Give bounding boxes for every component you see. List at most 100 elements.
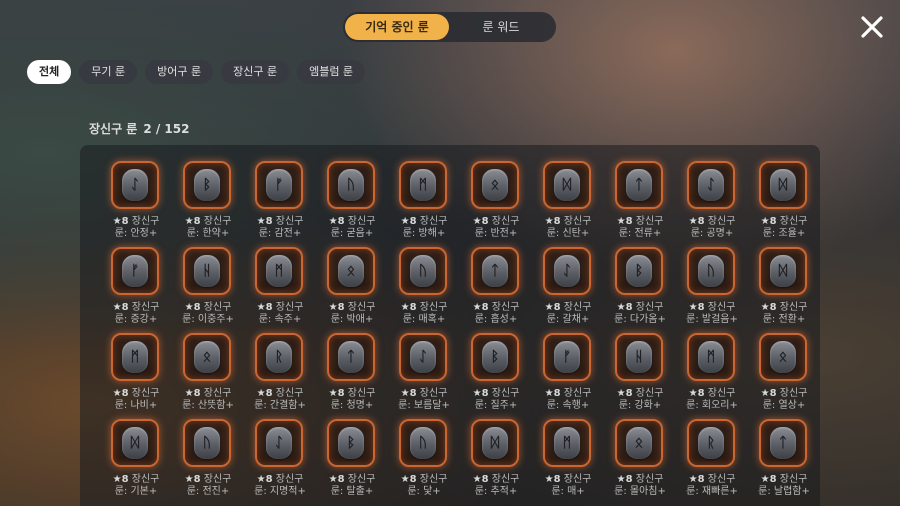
rune-item[interactable]: ᛗ ★8 장신구 룬: 회오리+ (676, 332, 748, 418)
rune-item[interactable]: ᚠ ★8 장신구 룬: 감전+ (244, 160, 316, 246)
rune-name: 룬: 기본+ (114, 486, 158, 497)
rune-frame: ᛞ (759, 247, 807, 295)
rune-stone-icon: ᛞ (770, 255, 796, 287)
rune-name: 룬: 한약+ (186, 228, 230, 239)
tab-remembered-runes[interactable]: 기억 중인 룬 (345, 14, 449, 40)
rune-item[interactable]: ᛗ ★8 장신구 룬: 매+ (532, 418, 604, 504)
rune-item[interactable]: ᛇ ★8 장신구 룬: 안정+ (100, 160, 172, 246)
rune-list-panel[interactable]: ᛇ ★8 장신구 룬: 안정+ ᛒ ★8 장신구 룬: 한약+ ᚠ ★8 장신구 룬: 감전+ ᚢ… (80, 145, 820, 506)
rune-frame: ᛗ (255, 247, 303, 295)
rune-frame: ᛟ (615, 419, 663, 467)
rune-item[interactable]: ᛗ ★8 장신구 룬: 속주+ (244, 246, 316, 332)
rune-name: 룬: 공명+ (690, 228, 734, 239)
filter-emblem-rune[interactable]: 엠블럼 룬 (297, 60, 366, 84)
rune-item[interactable]: ᛞ ★8 장신구 룬: 신탄+ (532, 160, 604, 246)
rune-item[interactable]: ᛒ ★8 장신구 룬: 한약+ (172, 160, 244, 246)
rune-item[interactable]: ᛇ ★8 장신구 룬: 공명+ (676, 160, 748, 246)
rune-stone-icon: ᛒ (338, 427, 364, 459)
rune-name: 룬: 전환+ (762, 314, 806, 325)
rune-frame: ᛟ (759, 333, 807, 381)
rune-name: 룬: 강화+ (618, 400, 662, 411)
rune-item[interactable]: ᚢ ★8 장신구 룬: 전진+ (172, 418, 244, 504)
rune-frame: ᚢ (399, 419, 447, 467)
rune-item[interactable]: ᛟ ★8 장신구 룬: 반전+ (460, 160, 532, 246)
rune-item[interactable]: ᚠ ★8 장신구 룬: 속행+ (532, 332, 604, 418)
tab-rune-words[interactable]: 룬 워드 (449, 14, 553, 40)
filter-armor-rune[interactable]: 방어구 룬 (145, 60, 214, 84)
rune-name: 룬: 전진+ (186, 486, 230, 497)
rune-item[interactable]: ᛗ ★8 장신구 룬: 나비+ (100, 332, 172, 418)
rune-stone-icon: ᛒ (482, 341, 508, 373)
rune-stone-icon: ᚢ (338, 169, 364, 201)
rune-item[interactable]: ᛟ ★8 장신구 룬: 열상+ (748, 332, 820, 418)
rune-name: 룬: 반전+ (474, 228, 518, 239)
rune-item[interactable]: ᛒ ★8 장신구 룬: 다가옴+ (604, 246, 676, 332)
rune-stone-icon: ᛗ (554, 427, 580, 459)
rune-item[interactable]: ᚱ ★8 장신구 룬: 재빠른+ (676, 418, 748, 504)
rune-item[interactable]: ᚱ ★8 장신구 룬: 간결함+ (244, 332, 316, 418)
rune-frame: ᚠ (255, 161, 303, 209)
rune-stone-icon: ᚠ (122, 255, 148, 287)
rune-frame: ᚱ (255, 333, 303, 381)
rune-item[interactable]: ᛞ ★8 장신구 룬: 기본+ (100, 418, 172, 504)
filter-weapon-rune[interactable]: 무기 룬 (79, 60, 138, 84)
rune-stone-icon: ᚺ (626, 341, 652, 373)
rune-name: 룬: 신탄+ (546, 228, 590, 239)
rune-item[interactable]: ᛗ ★8 장신구 룬: 방해+ (388, 160, 460, 246)
rune-stone-icon: ᛟ (626, 427, 652, 459)
rune-name: 룬: 산뜻함+ (182, 400, 234, 411)
rune-frame: ᛞ (111, 419, 159, 467)
rune-frame: ᛗ (543, 419, 591, 467)
rune-frame: ᚢ (327, 161, 375, 209)
rune-item[interactable]: ᛏ ★8 장신구 룬: 청명+ (316, 332, 388, 418)
rune-item[interactable]: ᚢ ★8 장신구 룬: 닻+ (388, 418, 460, 504)
rune-name: 룬: 열상+ (762, 400, 806, 411)
rune-item[interactable]: ᛏ ★8 장신구 룬: 전류+ (604, 160, 676, 246)
rune-item[interactable]: ᚺ ★8 장신구 룬: 강화+ (604, 332, 676, 418)
rune-item[interactable]: ᛟ ★8 장신구 룬: 박애+ (316, 246, 388, 332)
rune-frame: ᛇ (255, 419, 303, 467)
rune-frame: ᚱ (687, 419, 735, 467)
rune-item[interactable]: ᛒ ★8 장신구 룬: 질주+ (460, 332, 532, 418)
rune-name: 룬: 나비+ (114, 400, 158, 411)
rune-item[interactable]: ᚢ ★8 장신구 룬: 굳음+ (316, 160, 388, 246)
rune-stone-icon: ᛏ (482, 255, 508, 287)
rune-name: 룬: 닻+ (407, 486, 441, 497)
rune-stone-icon: ᛗ (698, 341, 724, 373)
rune-stone-icon: ᛇ (554, 255, 580, 287)
rune-name: 룬: 매혹+ (402, 314, 446, 325)
rune-stone-icon: ᚢ (698, 255, 724, 287)
rune-frame: ᚢ (687, 247, 735, 295)
rune-item[interactable]: ᛒ ★8 장신구 룬: 탈출+ (316, 418, 388, 504)
rune-item[interactable]: ᛞ ★8 장신구 룬: 추적+ (460, 418, 532, 504)
rune-item[interactable]: ᛞ ★8 장신구 룬: 전환+ (748, 246, 820, 332)
rune-item[interactable]: ᛞ ★8 장신구 룬: 조율+ (748, 160, 820, 246)
rune-item[interactable]: ᛇ ★8 장신구 룬: 보름달+ (388, 332, 460, 418)
rune-stone-icon: ᛗ (410, 169, 436, 201)
rune-stone-icon: ᚢ (410, 427, 436, 459)
rune-frame: ᛗ (111, 333, 159, 381)
rune-item[interactable]: ᛟ ★8 장신구 룬: 산뜻함+ (172, 332, 244, 418)
rune-item[interactable]: ᚺ ★8 장신구 룬: 이중주+ (172, 246, 244, 332)
filter-all[interactable]: 전체 (27, 60, 72, 84)
rune-frame: ᛇ (111, 161, 159, 209)
rune-frame: ᚠ (111, 247, 159, 295)
rune-name: 룬: 탈출+ (330, 486, 374, 497)
rune-item[interactable]: ᛇ ★8 장신구 룬: 갈채+ (532, 246, 604, 332)
rune-item[interactable]: ᛏ ★8 장신구 룬: 흡성+ (460, 246, 532, 332)
close-icon[interactable] (860, 15, 884, 39)
rune-stone-icon: ᛟ (338, 255, 364, 287)
rune-item[interactable]: ᛏ ★8 장신구 룬: 날렵함+ (748, 418, 820, 504)
rune-item[interactable]: ᛟ ★8 장신구 룬: 몰아침+ (604, 418, 676, 504)
rune-name: 룬: 증강+ (114, 314, 158, 325)
rune-item[interactable]: ᚢ ★8 장신구 룬: 발걸음+ (676, 246, 748, 332)
rune-item[interactable]: ᚠ ★8 장신구 룬: 증강+ (100, 246, 172, 332)
rune-item[interactable]: ᚢ ★8 장신구 룬: 매혹+ (388, 246, 460, 332)
rune-frame: ᛒ (327, 419, 375, 467)
filter-accessory-rune[interactable]: 장신구 룬 (221, 60, 290, 84)
rune-stone-icon: ᛗ (122, 341, 148, 373)
rune-name: 룬: 질주+ (474, 400, 518, 411)
rune-frame: ᛇ (399, 333, 447, 381)
rune-name: 룬: 청명+ (330, 400, 374, 411)
rune-item[interactable]: ᛇ ★8 장신구 룬: 지명적+ (244, 418, 316, 504)
